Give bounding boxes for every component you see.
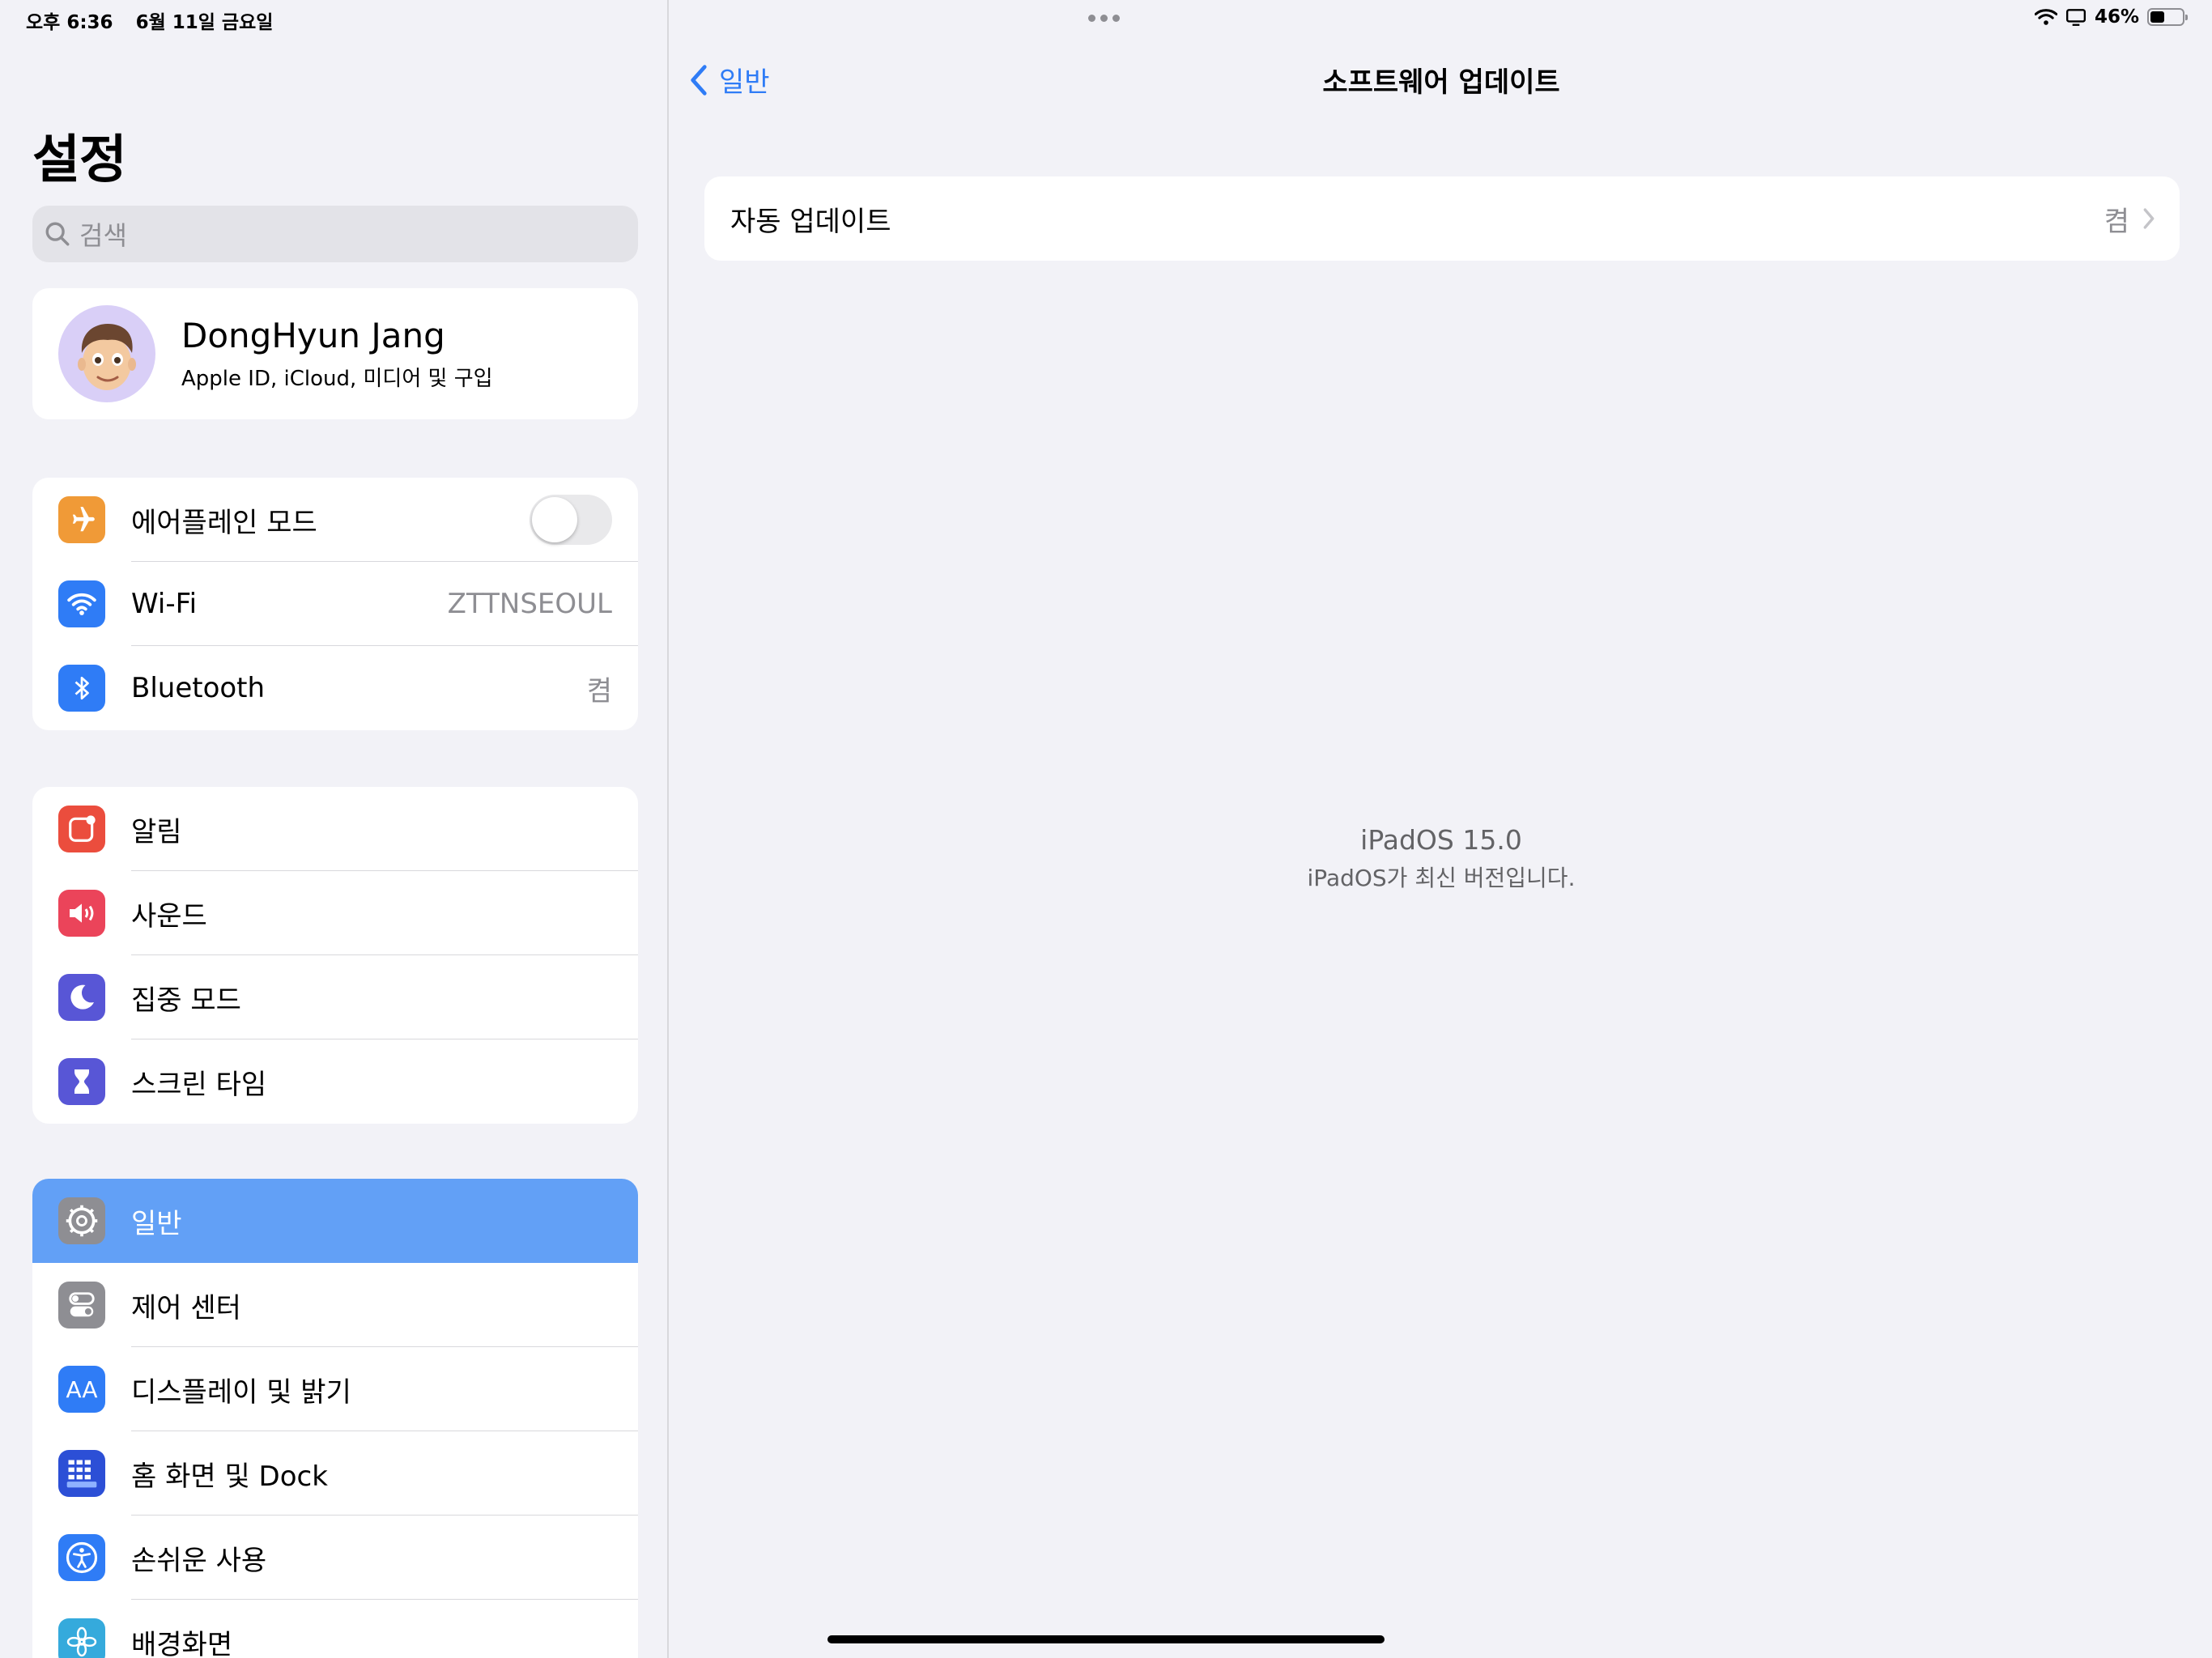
sidebar-item-label: 사운드	[131, 899, 207, 933]
version-name: iPadOS 15.0	[1360, 824, 1522, 856]
general-group: 일반 제어 센터 AA 디스플레이 및 밝기 홈 화면 및 Dock 손쉬운 사…	[32, 1179, 638, 1658]
screen-mirroring-icon	[2065, 9, 2086, 26]
text-size-icon: AA	[58, 1366, 105, 1413]
sidebar-item-label: 알림	[131, 815, 182, 848]
sidebar-item-bluetooth[interactable]: Bluetooth 켬	[32, 646, 638, 730]
profile-card[interactable]: DongHyun Jang Apple ID, iCloud, 미디어 및 구입	[32, 288, 638, 419]
sidebar-item-focus[interactable]: 집중 모드	[32, 955, 638, 1039]
sidebar-item-label: Bluetooth	[131, 672, 266, 704]
sidebar-item-label: 일반	[131, 1207, 182, 1240]
memoji-avatar-icon	[78, 324, 136, 390]
sidebar-item-label: 집중 모드	[131, 984, 241, 1017]
sound-icon	[58, 890, 105, 937]
hourglass-icon	[58, 1058, 105, 1105]
status-time: 오후 6:36	[26, 12, 113, 33]
airplane-mode-toggle[interactable]	[530, 495, 612, 545]
moon-icon	[58, 974, 105, 1021]
wifi-icon	[58, 580, 105, 627]
sidebar-title: 설정	[32, 130, 127, 190]
gear-icon	[58, 1197, 105, 1244]
sidebar-item-label: Wi-Fi	[131, 588, 198, 620]
notifications-group: 알림 사운드 집중 모드 스크린 타임	[32, 787, 638, 1124]
flower-icon	[58, 1618, 105, 1658]
back-button-label: 일반	[719, 66, 770, 99]
status-date: 6월 11일 금요일	[135, 12, 274, 33]
back-button[interactable]: 일반	[690, 60, 770, 100]
profile-subtitle: Apple ID, iCloud, 미디어 및 구입	[181, 367, 493, 391]
sidebar-item-label: 디스플레이 및 밝기	[131, 1375, 351, 1409]
battery-icon	[2147, 8, 2188, 26]
page-title: 소프트웨어 업데이트	[1322, 66, 1560, 99]
home-grid-icon	[58, 1450, 105, 1497]
sidebar-item-home-screen[interactable]: 홈 화면 및 Dock	[32, 1431, 638, 1516]
version-info: iPadOS 15.0 iPadOS가 최신 버전입니다.	[1117, 824, 1765, 893]
wifi-status-icon	[2034, 9, 2057, 25]
accessibility-icon	[58, 1534, 105, 1581]
home-indicator[interactable]	[827, 1635, 1385, 1643]
search-field[interactable]: 검색	[32, 206, 638, 262]
automatic-updates-label: 자동 업데이트	[730, 205, 891, 238]
bluetooth-status: 켬	[586, 674, 612, 708]
sidebar-item-general[interactable]: 일반	[32, 1179, 638, 1263]
profile-name: DongHyun Jang	[181, 316, 445, 355]
wifi-network-name: ZTTNSEOUL	[447, 588, 612, 620]
status-indicators: 46%	[2034, 6, 2188, 28]
sidebar-item-label: 제어 센터	[131, 1291, 241, 1324]
avatar	[58, 305, 155, 402]
switches-icon	[58, 1282, 105, 1329]
chevron-left-icon	[691, 64, 707, 96]
sidebar-item-display[interactable]: AA 디스플레이 및 밝기	[32, 1347, 638, 1431]
version-status: iPadOS가 최신 버전입니다.	[1307, 865, 1576, 891]
airplane-icon	[58, 496, 105, 543]
sidebar-item-accessibility[interactable]: 손쉬운 사용	[32, 1516, 638, 1600]
search-icon	[45, 222, 70, 246]
sidebar-item-label: 손쉬운 사용	[131, 1544, 267, 1577]
status-time-date: 오후 6:36 6월 11일 금요일	[26, 6, 289, 34]
sidebar-item-label: 홈 화면 및 Dock	[131, 1460, 328, 1493]
sidebar-item-notifications[interactable]: 알림	[32, 787, 638, 871]
sidebar-item-wallpaper[interactable]: 배경화면	[32, 1600, 638, 1658]
sidebar: 오후 6:36 6월 11일 금요일 설정 검색 DongHyun Jang A…	[0, 0, 669, 1658]
settings-screen: 오후 6:36 6월 11일 금요일 설정 검색 DongHyun Jang A…	[0, 0, 2212, 1658]
sidebar-item-label: 에어플레인 모드	[131, 506, 317, 539]
notifications-icon	[58, 806, 105, 852]
automatic-updates-row[interactable]: 자동 업데이트 켬	[704, 176, 2180, 261]
sidebar-item-control-center[interactable]: 제어 센터	[32, 1263, 638, 1347]
sidebar-item-label: 스크린 타임	[131, 1068, 267, 1101]
multitasking-dots-icon[interactable]	[1088, 15, 1120, 22]
sidebar-item-wifi[interactable]: Wi-Fi ZTTNSEOUL	[32, 562, 638, 646]
sidebar-item-screen-time[interactable]: 스크린 타임	[32, 1039, 638, 1124]
battery-percentage: 46%	[2094, 6, 2139, 28]
sidebar-item-airplane-mode[interactable]: 에어플레인 모드	[32, 478, 638, 562]
sidebar-item-label: 배경화면	[131, 1628, 233, 1658]
chevron-right-icon	[2143, 208, 2155, 229]
connectivity-group: 에어플레인 모드 Wi-Fi ZTTNSEOUL Bluetooth 켬	[32, 478, 638, 730]
automatic-updates-value: 켬	[2104, 205, 2129, 238]
search-placeholder: 검색	[79, 220, 127, 251]
sidebar-item-sounds[interactable]: 사운드	[32, 871, 638, 955]
bluetooth-icon	[58, 665, 105, 712]
